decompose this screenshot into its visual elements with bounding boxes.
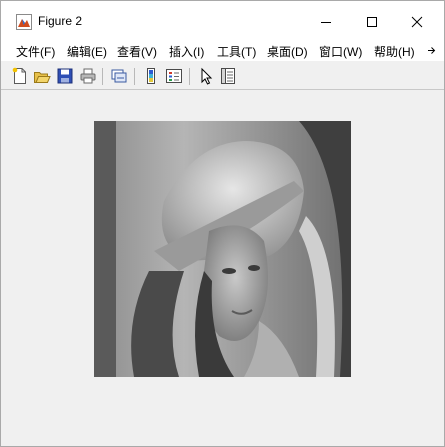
print-icon[interactable] <box>79 67 97 85</box>
property-editor-icon[interactable] <box>219 67 237 85</box>
save-icon[interactable] <box>56 67 74 85</box>
menu-insert[interactable]: 插入(I) <box>169 43 204 60</box>
toolbar-separator <box>102 68 103 85</box>
menu-tools[interactable]: 工具(T) <box>217 43 256 60</box>
chevron-right-icon[interactable] <box>427 46 436 55</box>
window-title: Figure 2 <box>38 14 83 28</box>
toolbar-separator <box>134 68 135 85</box>
close-button[interactable] <box>394 8 440 36</box>
menu-window[interactable]: 窗口(W) <box>319 43 362 60</box>
minimize-icon <box>321 22 331 23</box>
menu-edit[interactable]: 编辑(E) <box>67 43 107 60</box>
figure-canvas <box>1 91 444 446</box>
pointer-icon[interactable] <box>197 67 215 85</box>
figure-toolbar <box>1 63 444 90</box>
open-file-icon[interactable] <box>33 67 51 85</box>
grayscale-portrait-image <box>94 121 351 377</box>
maximize-icon <box>367 17 377 27</box>
menu-help[interactable]: 帮助(H) <box>374 43 415 60</box>
menu-desktop[interactable]: 桌面(D) <box>267 43 308 60</box>
new-figure-icon[interactable] <box>11 67 29 85</box>
link-plot-icon[interactable] <box>110 67 128 85</box>
matlab-figure-icon <box>16 14 32 30</box>
menu-bar: 文件(F) 编辑(E) 查看(V) 插入(I) 工具(T) 桌面(D) 窗口(W… <box>1 39 444 61</box>
menu-view[interactable]: 查看(V) <box>117 43 157 60</box>
title-bar[interactable]: Figure 2 <box>1 1 444 39</box>
maximize-button[interactable] <box>349 8 395 36</box>
colorbar-icon[interactable] <box>142 67 160 85</box>
toolbar-separator <box>189 68 190 85</box>
minimize-button[interactable] <box>303 8 349 36</box>
menu-file[interactable]: 文件(F) <box>16 43 55 60</box>
legend-icon[interactable] <box>165 67 183 85</box>
close-icon <box>411 16 423 28</box>
figure-window: Figure 2 文件(F) 编辑(E) 查看(V) 插入(I) 工具(T) 桌… <box>0 0 445 447</box>
